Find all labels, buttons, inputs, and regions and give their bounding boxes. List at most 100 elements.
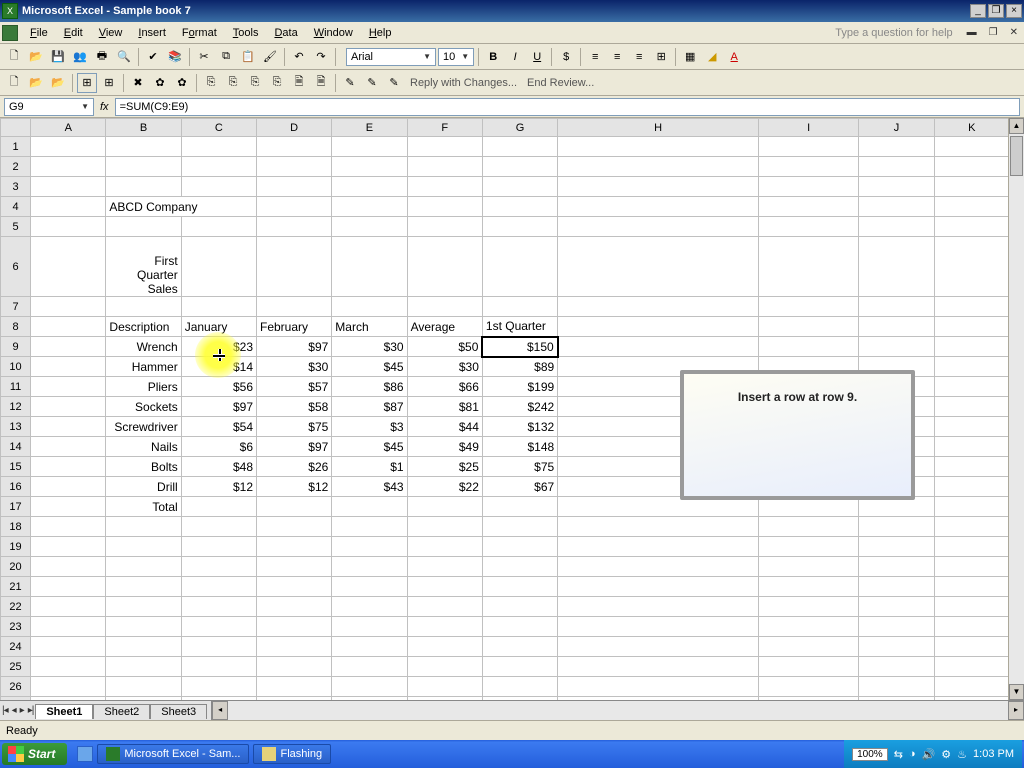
cell-B4[interactable]: ABCD Company: [106, 197, 257, 217]
cell-B13[interactable]: Screwdriver: [106, 417, 181, 437]
tb-icon-4[interactable]: ⊞: [77, 73, 97, 93]
help-search[interactable]: Type a question for help: [835, 27, 958, 39]
row-header-9[interactable]: 9: [1, 337, 31, 357]
cell-B12[interactable]: Sockets: [106, 397, 181, 417]
menu-insert[interactable]: Insert: [130, 25, 174, 41]
tb-icon-1[interactable]: 🗋: [4, 73, 24, 93]
menu-view[interactable]: View: [91, 25, 131, 41]
tb-icon-6[interactable]: ✖: [128, 73, 148, 93]
save-icon[interactable]: 💾: [48, 47, 68, 67]
cell-F13[interactable]: $44: [407, 417, 482, 437]
select-all-corner[interactable]: [1, 119, 31, 137]
print-icon[interactable]: 🖶: [92, 47, 112, 67]
scroll-up-icon[interactable]: ▲: [1009, 118, 1024, 134]
cell-G16[interactable]: $67: [482, 477, 557, 497]
formula-input[interactable]: =SUM(C9:E9): [115, 98, 1020, 116]
paste-icon[interactable]: 📋: [238, 47, 258, 67]
scroll-thumb[interactable]: [1010, 136, 1023, 176]
row-header-27[interactable]: 27: [1, 697, 31, 701]
row-header-6[interactable]: 6: [1, 237, 31, 297]
tray-icon-4[interactable]: ⚙: [941, 748, 951, 761]
cell-B6[interactable]: FirstQuarterSales: [106, 237, 181, 297]
row-header-8[interactable]: 8: [1, 317, 31, 337]
cell-B17[interactable]: Total: [106, 497, 181, 517]
col-header-D[interactable]: D: [257, 119, 332, 137]
tray-icon-3[interactable]: 🔊: [922, 748, 936, 761]
col-header-E[interactable]: E: [332, 119, 407, 137]
cell-C15[interactable]: $48: [181, 457, 256, 477]
minimize-button[interactable]: _: [970, 4, 986, 18]
cell-G15[interactable]: $75: [482, 457, 557, 477]
row-header-22[interactable]: 22: [1, 597, 31, 617]
cell-E9[interactable]: $30: [332, 337, 407, 357]
spelling-icon[interactable]: ✔: [143, 47, 163, 67]
cell-G9[interactable]: $150: [482, 337, 557, 357]
cell-F8[interactable]: Average: [407, 317, 482, 337]
col-header-C[interactable]: C: [181, 119, 256, 137]
quick-launch-icon[interactable]: [77, 746, 93, 762]
menu-help[interactable]: Help: [361, 25, 400, 41]
cell-B8[interactable]: Description: [106, 317, 181, 337]
cell-B9[interactable]: Wrench: [106, 337, 181, 357]
cell-E13[interactable]: $3: [332, 417, 407, 437]
row-header-10[interactable]: 10: [1, 357, 31, 377]
undo-icon[interactable]: ↶: [289, 47, 309, 67]
name-box[interactable]: G9▼: [4, 98, 94, 116]
reply-changes-button[interactable]: Reply with Changes...: [406, 77, 521, 89]
merge-icon[interactable]: ⊞: [651, 47, 671, 67]
cell-G8[interactable]: 1st Quarter: [482, 317, 557, 337]
tb-icon-9[interactable]: ⎘: [201, 73, 221, 93]
row-header-14[interactable]: 14: [1, 437, 31, 457]
row-header-7[interactable]: 7: [1, 297, 31, 317]
horizontal-scrollbar[interactable]: ◂ ▸: [211, 701, 1024, 720]
tb-icon-7[interactable]: ✿: [150, 73, 170, 93]
cell-G13[interactable]: $132: [482, 417, 557, 437]
tray-icon-2[interactable]: ◑: [909, 748, 916, 760]
taskbar-app-excel[interactable]: Microsoft Excel - Sam...: [97, 744, 249, 764]
worksheet-grid[interactable]: A B C D E F G H I J K 1 2 3 4ABCD Compan…: [0, 118, 1024, 700]
row-header-5[interactable]: 5: [1, 217, 31, 237]
open-icon[interactable]: 📂: [26, 47, 46, 67]
row-header-24[interactable]: 24: [1, 637, 31, 657]
zoom-level[interactable]: 100%: [852, 748, 888, 761]
row-header-1[interactable]: 1: [1, 137, 31, 157]
col-header-K[interactable]: K: [934, 119, 1009, 137]
preview-icon[interactable]: 🔍: [114, 47, 134, 67]
cell-D15[interactable]: $26: [257, 457, 332, 477]
cell-E11[interactable]: $86: [332, 377, 407, 397]
cell-G10[interactable]: $89: [482, 357, 557, 377]
tb-icon-16[interactable]: ✎: [362, 73, 382, 93]
tb-icon-10[interactable]: ⎘: [223, 73, 243, 93]
cell-C16[interactable]: $12: [181, 477, 256, 497]
cell-E8[interactable]: March: [332, 317, 407, 337]
cell-F16[interactable]: $22: [407, 477, 482, 497]
font-size-select[interactable]: 10▼: [438, 48, 474, 66]
cell-G12[interactable]: $242: [482, 397, 557, 417]
menu-edit[interactable]: Edit: [56, 25, 91, 41]
tab-sheet2[interactable]: Sheet2: [93, 704, 150, 719]
cell-E12[interactable]: $87: [332, 397, 407, 417]
tb-icon-5[interactable]: ⊞: [99, 73, 119, 93]
borders-icon[interactable]: ▦: [680, 47, 700, 67]
scroll-down-icon[interactable]: ▼: [1009, 684, 1024, 700]
cell-F14[interactable]: $49: [407, 437, 482, 457]
align-left-icon[interactable]: ≡: [585, 47, 605, 67]
row-header-21[interactable]: 21: [1, 577, 31, 597]
cell-E15[interactable]: $1: [332, 457, 407, 477]
col-header-G[interactable]: G: [482, 119, 557, 137]
tb-icon-8[interactable]: ✿: [172, 73, 192, 93]
restore-button[interactable]: ❐: [988, 4, 1004, 18]
cell-F11[interactable]: $66: [407, 377, 482, 397]
menu-window[interactable]: Window: [306, 25, 361, 41]
cell-E10[interactable]: $45: [332, 357, 407, 377]
menu-tools[interactable]: Tools: [225, 25, 267, 41]
col-header-I[interactable]: I: [758, 119, 858, 137]
row-header-13[interactable]: 13: [1, 417, 31, 437]
row-header-17[interactable]: 17: [1, 497, 31, 517]
format-painter-icon[interactable]: 🖌: [260, 47, 280, 67]
cell-C14[interactable]: $6: [181, 437, 256, 457]
cell-G11[interactable]: $199: [482, 377, 557, 397]
cell-B14[interactable]: Nails: [106, 437, 181, 457]
tb-icon-12[interactable]: ⎘: [267, 73, 287, 93]
col-header-J[interactable]: J: [859, 119, 934, 137]
